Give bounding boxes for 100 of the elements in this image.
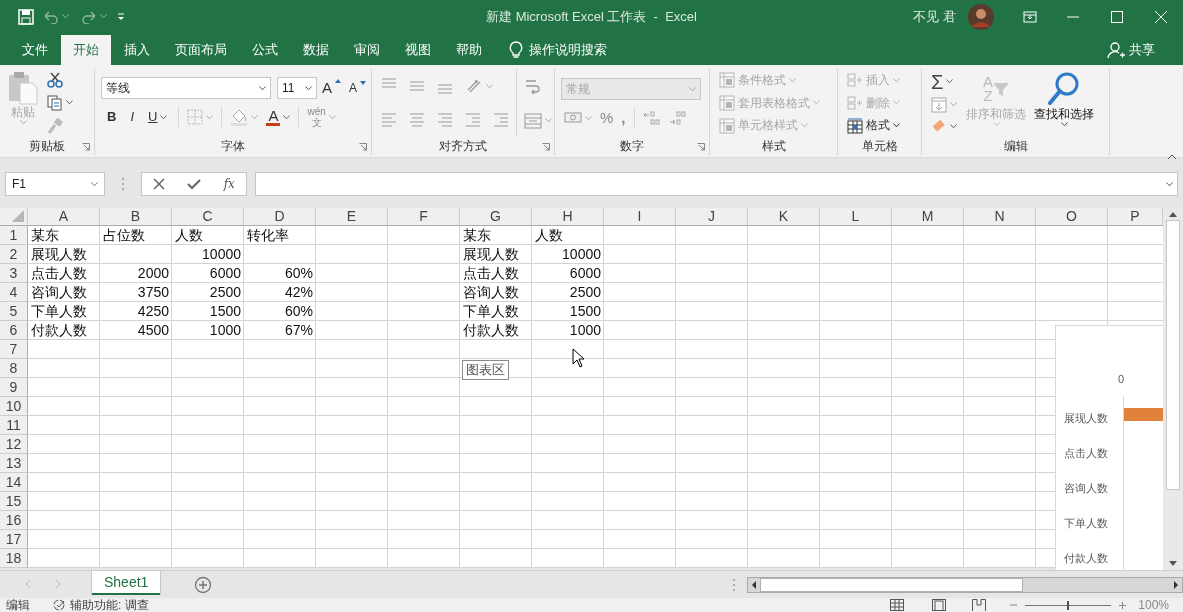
page-break-icon[interactable] [972, 599, 987, 611]
scroll-down-icon[interactable] [1168, 560, 1178, 568]
save-button[interactable] [18, 8, 34, 25]
ribbon-tab[interactable]: 文件 [10, 35, 60, 65]
ribbon-tab[interactable]: 帮助 [444, 35, 494, 65]
row-header[interactable]: 8 [0, 359, 28, 378]
ribbon-tab[interactable]: 页面布局 [163, 35, 239, 65]
column-header[interactable]: N [964, 208, 1036, 226]
caret-icon [813, 100, 820, 106]
column-header[interactable]: K [748, 208, 820, 226]
fill-button[interactable] [928, 96, 960, 114]
row-header[interactable]: 5 [0, 302, 28, 321]
add-sheet-icon[interactable] [194, 576, 213, 594]
category-label: 下单人数 [1064, 516, 1108, 530]
column-header[interactable]: J [676, 208, 748, 226]
row-header[interactable]: 7 [0, 340, 28, 359]
merge-button[interactable] [521, 111, 555, 130]
column-header[interactable]: B [100, 208, 172, 226]
table-cell: 3750 [137, 284, 169, 300]
row-header[interactable]: 10 [0, 397, 28, 416]
column-header[interactable]: E [316, 208, 388, 226]
formula-input[interactable] [255, 172, 1178, 196]
next-sheet-icon[interactable] [54, 579, 62, 589]
row-header[interactable]: 3 [0, 264, 28, 283]
row-header[interactable]: 2 [0, 245, 28, 264]
scrollbar-thumb[interactable] [1166, 220, 1180, 490]
group-label: 样式 [761, 138, 786, 155]
bold-button[interactable]: B [101, 108, 123, 126]
name-box[interactable]: F1 [5, 172, 105, 196]
previous-sheet-icon[interactable] [24, 579, 32, 589]
share-button[interactable]: 共享 [1101, 35, 1161, 65]
fill-down-icon [931, 97, 947, 113]
column-header[interactable]: O [1036, 208, 1108, 226]
lightbulb-icon[interactable] [509, 41, 523, 59]
table-cell: 60% [284, 265, 313, 281]
caret-icon [950, 123, 957, 129]
select-all-icon[interactable] [12, 210, 24, 222]
ribbon-tab[interactable]: 视图 [393, 35, 443, 65]
ribbon-tab[interactable]: 开始 [61, 35, 111, 65]
column-header[interactable]: D [244, 208, 316, 226]
column-header[interactable]: I [604, 208, 676, 226]
row-header[interactable]: 16 [0, 511, 28, 530]
font-size-field[interactable]: 11 [277, 77, 317, 99]
column-header[interactable]: M [892, 208, 964, 226]
find-select-button[interactable]: 查找和选择 [1032, 69, 1096, 137]
user-avatar[interactable] [967, 3, 994, 30]
normal-view-icon[interactable] [890, 599, 905, 611]
dialog-launcher-icon[interactable] [359, 143, 367, 151]
row-header[interactable]: 13 [0, 454, 28, 473]
column-header[interactable]: L [820, 208, 892, 226]
sheet-tab[interactable]: Sheet1 [92, 571, 161, 595]
format-button[interactable]: 格式 [844, 116, 903, 135]
column-header[interactable]: G [460, 208, 532, 226]
customize-icon[interactable] [116, 11, 126, 22]
row-header[interactable]: 12 [0, 435, 28, 454]
ribbon-tab[interactable]: 数据 [291, 35, 341, 65]
column-header[interactable]: C [172, 208, 244, 226]
sort-filter-icon: A Z [983, 71, 1009, 107]
align-left-icon [381, 112, 397, 128]
column-header[interactable]: H [532, 208, 604, 226]
insert-function-button[interactable]: fx [220, 175, 238, 193]
scroll-up-icon[interactable] [1168, 210, 1178, 218]
accessibility-status[interactable]: 辅助功能: 调查 [70, 598, 149, 612]
italic-button[interactable]: I [124, 108, 140, 126]
scrollbar-thumb[interactable] [760, 578, 1023, 592]
collapse-ribbon-icon[interactable] [1167, 154, 1177, 160]
tell-me-search[interactable]: 操作说明搜索 [529, 40, 607, 60]
underline-button[interactable]: U [142, 108, 174, 126]
window-title: 新建 Microsoft Excel 工作表 - Excel [485, 7, 698, 26]
row-header[interactable]: 14 [0, 473, 28, 492]
zoom-in-icon[interactable] [1119, 601, 1127, 609]
grow-font-button[interactable]: A [319, 78, 344, 98]
dialog-launcher-icon[interactable] [542, 143, 550, 151]
row-header[interactable]: 11 [0, 416, 28, 435]
ribbon-tab[interactable]: 审阅 [342, 35, 392, 65]
splitter-icon [121, 177, 125, 191]
table-cell: 60% [284, 303, 313, 319]
ribbon-tab[interactable]: 插入 [112, 35, 162, 65]
column-header[interactable]: A [28, 208, 100, 226]
font-name-field[interactable]: 等线 [101, 77, 271, 99]
column-header[interactable]: P [1108, 208, 1163, 226]
autosum-button[interactable]: Σ [928, 70, 960, 93]
row-header[interactable]: 15 [0, 492, 28, 511]
row-header[interactable]: 1 [0, 226, 28, 245]
shrink-font-button[interactable]: A [346, 79, 370, 97]
money-icon [564, 110, 582, 126]
delete-icon [847, 95, 863, 111]
row-header[interactable]: 18 [0, 549, 28, 568]
column-header[interactable]: F [388, 208, 460, 226]
dialog-launcher-icon[interactable] [697, 143, 705, 151]
row-header[interactable]: 4 [0, 283, 28, 302]
page-layout-icon[interactable] [932, 599, 947, 611]
row-header[interactable]: 6 [0, 321, 28, 340]
row-header[interactable]: 17 [0, 530, 28, 549]
dialog-launcher-icon[interactable] [82, 143, 90, 151]
row-header[interactable]: 9 [0, 378, 28, 397]
copy-button[interactable] [44, 94, 76, 112]
caret-icon [893, 123, 900, 129]
ribbon-tab[interactable]: 公式 [240, 35, 290, 65]
font-color-button[interactable]: A [263, 107, 294, 127]
